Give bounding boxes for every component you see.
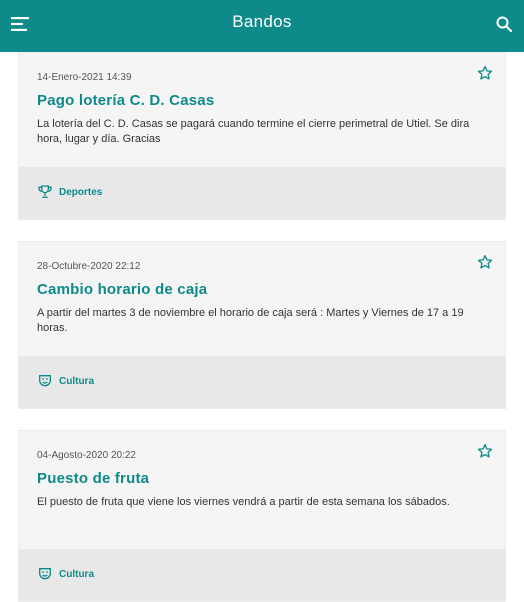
card-footer: Deportes xyxy=(19,167,505,219)
category-label: Cultura xyxy=(59,568,94,580)
card-title: Puesto de fruta xyxy=(37,470,150,487)
search-icon xyxy=(496,16,513,33)
card-body: La lotería del C. D. Casas se pagará cua… xyxy=(37,118,470,145)
star-icon xyxy=(477,255,493,269)
favorite-button[interactable] xyxy=(475,252,495,272)
page-title: Bandos xyxy=(232,12,292,31)
category-label: Deportes xyxy=(59,186,103,198)
category-tag[interactable]: Cultura xyxy=(37,566,94,582)
category-tag[interactable]: Deportes xyxy=(37,184,102,200)
card-body: A partir del martes 3 de noviembre el ho… xyxy=(37,307,464,334)
favorite-button[interactable] xyxy=(475,441,495,461)
card-title: Pago lotería C. D. Casas xyxy=(37,92,215,109)
star-icon xyxy=(477,66,493,80)
announcement-card[interactable]: 04-Agosto-2020 20:22 Puesto de fruta El … xyxy=(18,430,506,602)
favorite-button[interactable] xyxy=(475,63,495,83)
app-bar: Bandos xyxy=(0,0,524,52)
card-body: El puesto de fruta que viene los viernes… xyxy=(37,496,450,508)
theater-masks-icon xyxy=(39,375,51,387)
card-date: 28-Octubre-2020 22:12 xyxy=(37,261,141,272)
card-date: 04-Agosto-2020 20:22 xyxy=(37,450,136,461)
star-icon xyxy=(477,444,493,458)
card-title: Cambio horario de caja xyxy=(37,281,208,298)
category-label: Cultura xyxy=(59,375,94,387)
announcement-card[interactable]: 14-Enero-2021 14:39 Pago lotería C. D. C… xyxy=(18,52,506,220)
card-date: 14-Enero-2021 14:39 xyxy=(37,72,132,83)
theater-masks-icon xyxy=(39,568,51,580)
search-button[interactable] xyxy=(492,12,516,36)
announcement-card[interactable]: 28-Octubre-2020 22:12 Cambio horario de … xyxy=(18,241,506,409)
category-tag[interactable]: Cultura xyxy=(37,373,94,389)
card-footer: Cultura xyxy=(19,549,505,601)
trophy-icon xyxy=(38,185,52,198)
card-footer: Cultura xyxy=(19,356,505,408)
